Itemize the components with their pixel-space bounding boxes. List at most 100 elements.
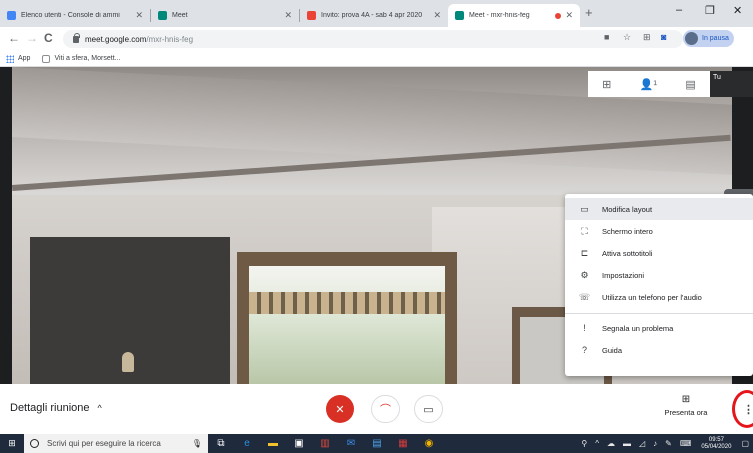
menu-item-label: Impostazioni	[602, 270, 645, 280]
close-tab-icon[interactable]: ✕	[433, 10, 441, 21]
minimize-button[interactable]: –	[676, 4, 682, 16]
windows-taskbar: ⊞ Scrivi qui per eseguire la ricerca 🎙 ⧉…	[0, 434, 753, 453]
more-options-button[interactable]: ⋮	[732, 390, 753, 428]
menu-item-fullscreen[interactable]: ⛶ Schermo intero	[565, 220, 753, 242]
microphone-icon[interactable]: 🎙	[192, 439, 202, 448]
clock[interactable]: 09:57 05/04/2020	[701, 437, 731, 451]
browser-tab-strip: Elenco utenti - Console di ammi ✕ Meet ✕…	[0, 0, 753, 27]
chevron-up-icon: ^	[97, 403, 102, 413]
more-vert-icon: ⋮	[743, 403, 753, 416]
address-bar[interactable]: meet.google.com/mxr-hnis-feg	[63, 30, 683, 48]
menu-item-captions[interactable]: ⊏ Attiva sottotitoli	[565, 242, 753, 264]
menu-item-settings[interactable]: ⚙ Impostazioni	[565, 264, 753, 286]
bookmark-star-icon[interactable]: ☆	[623, 32, 631, 43]
word-icon[interactable]: ▤	[364, 434, 390, 453]
meeting-details-button[interactable]: Dettagli riunione ^	[10, 402, 102, 414]
forward-button[interactable]: →	[26, 31, 38, 45]
tab-title: Elenco utenti - Console di ammi	[21, 12, 120, 19]
network-icon[interactable]: ◿	[639, 439, 645, 448]
battery-icon[interactable]: ▬	[623, 439, 631, 448]
url-path: /mxr-hnis-feg	[146, 34, 194, 44]
close-window-button[interactable]: ✕	[733, 4, 742, 17]
profile-button[interactable]: In pausa	[683, 30, 734, 47]
phone-icon: ☏	[578, 291, 591, 302]
menu-item-help[interactable]: ? Guida	[565, 339, 753, 361]
menu-item-label: Attiva sottotitoli	[602, 248, 653, 258]
people-icon[interactable]: ⚲	[581, 439, 587, 448]
chevron-up-icon[interactable]: ^	[595, 439, 599, 448]
close-tab-icon[interactable]: ✕	[565, 10, 573, 21]
close-tab-icon[interactable]: ✕	[284, 10, 292, 21]
avatar	[685, 32, 698, 45]
pen-icon[interactable]: ✎	[665, 439, 672, 448]
camera-toggle-button[interactable]: ▭	[414, 395, 443, 423]
menu-item-report-problem[interactable]: ! Segnala un problema	[565, 317, 753, 339]
bookmark-favicon-icon	[42, 54, 51, 63]
menu-item-change-layout[interactable]: ▭ Modifica layout	[565, 198, 753, 220]
new-tab-button[interactable]: +	[585, 5, 593, 20]
taskbar-search[interactable]: Scrivi qui per eseguire la ricerca 🎙	[24, 434, 208, 453]
extension-icon[interactable]: ◙	[661, 32, 666, 42]
mic-off-icon: ✕	[335, 403, 345, 416]
meet-favicon-icon	[158, 11, 167, 20]
present-now-button[interactable]: ⊞ Presenta ora	[656, 394, 716, 417]
tab-invito[interactable]: Invito: prova 4A - sab 4 apr 2020 ✕	[300, 4, 448, 27]
fullscreen-icon: ⛶	[581, 225, 588, 236]
lock-icon	[73, 32, 80, 43]
profile-status: In pausa	[702, 35, 729, 42]
bookmark-label: App	[18, 55, 31, 62]
maximize-button[interactable]: ❐	[705, 4, 715, 17]
office-icon[interactable]: ▥	[312, 434, 338, 453]
menu-item-phone-audio[interactable]: ☏ Utilizza un telefono per l'audio	[565, 286, 753, 308]
task-view-icon[interactable]: ⧉	[208, 434, 234, 453]
camera-permission-icon[interactable]: ■	[604, 32, 609, 42]
participants-icon[interactable]: 👤¹	[640, 78, 657, 91]
back-button[interactable]: ←	[8, 31, 20, 45]
url-host: meet.google.com	[85, 34, 147, 44]
bookmarks-bar: App Viti a sfera, Morsett...	[0, 51, 753, 67]
meeting-details-label: Dettagli riunione	[10, 402, 90, 414]
bookmark-apps[interactable]: App	[6, 54, 31, 63]
chat-icon[interactable]: ▤	[685, 78, 695, 91]
tab-elenco-utenti[interactable]: Elenco utenti - Console di ammi ✕	[0, 4, 150, 27]
hang-up-button[interactable]: ⌒	[371, 395, 400, 423]
layout-grid-icon[interactable]: ⊞	[602, 78, 611, 91]
volume-icon[interactable]: ♪	[653, 439, 657, 448]
extension-icon[interactable]: ⊞	[643, 32, 651, 43]
windows-logo-icon: ⊞	[8, 438, 16, 448]
search-placeholder: Scrivi qui per eseguire la ricerca	[47, 439, 161, 448]
feedback-icon: !	[583, 323, 586, 333]
edge-icon[interactable]: e	[234, 434, 260, 453]
video-window	[237, 252, 457, 384]
system-tray: ⚲ ^ ☁ ▬ ◿ ♪ ✎ ⌨ 09:57 05/04/2020 ▢	[577, 437, 753, 451]
captions-icon: ⊏	[580, 247, 589, 258]
self-view-tile[interactable]: Tu	[710, 71, 753, 97]
close-tab-icon[interactable]: ✕	[135, 10, 143, 21]
cortana-icon	[30, 439, 39, 448]
menu-item-label: Guida	[602, 345, 623, 355]
self-label: Tu	[713, 74, 721, 81]
tab-meet-active[interactable]: Meet - mxr-hnis-feg ✕	[448, 4, 580, 27]
cloud-icon[interactable]: ☁	[607, 439, 615, 448]
store-icon[interactable]: ▣	[286, 434, 312, 453]
camera-icon: ▭	[423, 403, 434, 416]
powerpoint-icon[interactable]: ▦	[390, 434, 416, 453]
reload-button[interactable]: C	[44, 31, 53, 45]
chrome-icon[interactable]: ◉	[416, 434, 442, 453]
gmail-favicon-icon	[307, 11, 316, 20]
menu-divider	[565, 313, 753, 314]
browser-toolbar: ← → C meet.google.com/mxr-hnis-feg ■ ☆ ⊞…	[0, 27, 753, 51]
recording-indicator-icon	[555, 12, 562, 19]
bookmark-viti[interactable]: Viti a sfera, Morsett...	[42, 54, 120, 63]
video-window-glass	[249, 266, 445, 384]
tab-title: Meet - mxr-hnis-feg	[469, 12, 530, 19]
mail-icon[interactable]: ✉	[338, 434, 364, 453]
menu-item-label: Modifica layout	[602, 204, 653, 214]
notifications-icon[interactable]: ▢	[741, 439, 749, 448]
tab-meet[interactable]: Meet ✕	[151, 4, 299, 27]
file-explorer-icon[interactable]: ▬	[260, 434, 286, 453]
start-button[interactable]: ⊞	[0, 434, 24, 453]
mic-muted-button[interactable]: ✕	[326, 395, 354, 423]
keyboard-icon[interactable]: ⌨	[680, 439, 692, 448]
layout-icon: ▭	[580, 203, 589, 214]
